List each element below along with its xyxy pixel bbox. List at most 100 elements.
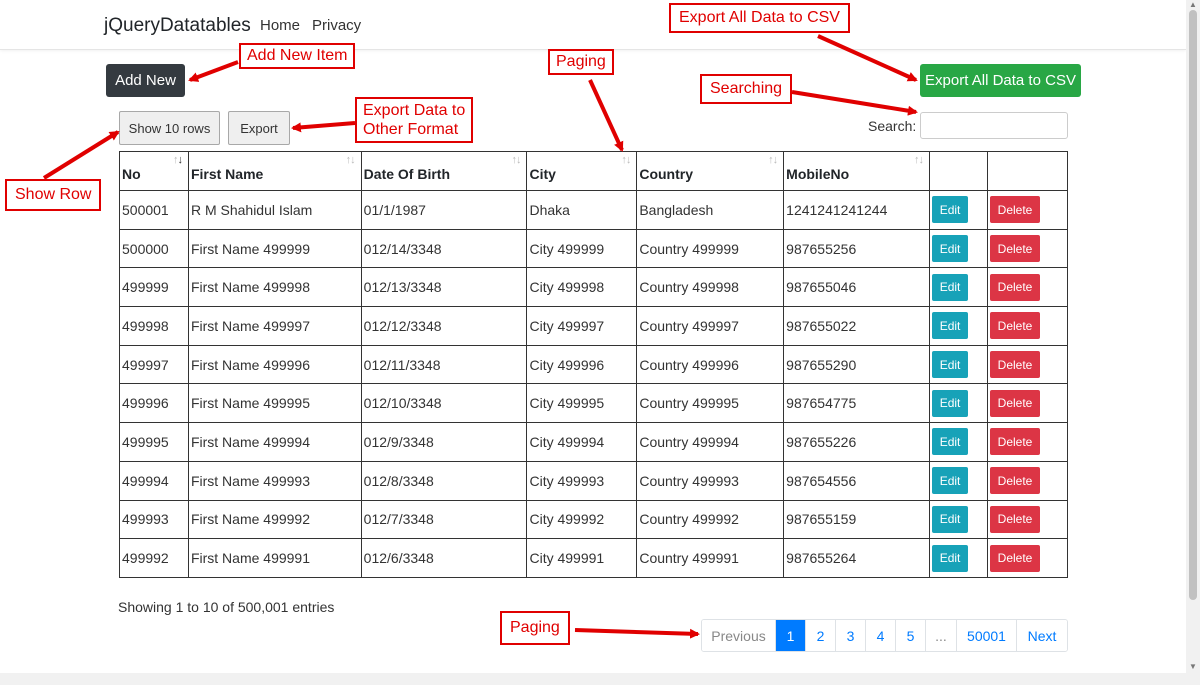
sort-desc-icon: ↑↓	[172, 154, 183, 166]
edit-button[interactable]: Edit	[932, 505, 969, 533]
cell-date-of-birth: 012/9/3348	[360, 422, 528, 462]
cell-first-name: First Name 499992	[187, 499, 362, 540]
page-3[interactable]: 3	[836, 620, 866, 651]
cell-mobileno: 987654556	[783, 460, 931, 501]
cell-edit: Edit	[929, 538, 988, 578]
cell-country: Country 499991	[636, 538, 785, 578]
column-header-city[interactable]: City ↑↓	[526, 151, 638, 191]
nav-link-home[interactable]: Home	[260, 17, 300, 34]
add-new-button[interactable]: Add New	[106, 64, 185, 97]
brand-link[interactable]: jQueryDatatables	[104, 15, 251, 37]
cell-date-of-birth: 012/11/3348	[360, 344, 528, 385]
page-1[interactable]: 1	[776, 620, 806, 651]
arrow-paging-top	[588, 79, 624, 152]
edit-button[interactable]: Edit	[932, 235, 969, 263]
search-label: Search:	[868, 118, 917, 134]
edit-button[interactable]: Edit	[932, 273, 969, 301]
cell-first-name: First Name 499991	[187, 538, 362, 578]
cell-first-name: First Name 499995	[187, 383, 362, 424]
delete-button[interactable]: Delete	[990, 544, 1040, 572]
cell-first-name: First Name 499998	[187, 267, 362, 308]
column-header-date-of-birth[interactable]: Date Of Birth ↑↓	[360, 151, 528, 191]
annotation-export-other-line2: Other Format	[363, 121, 459, 138]
cell-no: 499994	[119, 460, 189, 501]
edit-button[interactable]: Edit	[932, 196, 969, 224]
pagination-previous[interactable]: Previous	[702, 620, 776, 651]
cell-city: City 499996	[526, 344, 638, 385]
table-row: 500000 First Name 499999 012/14/3348 City 4…	[119, 228, 1068, 269]
scrollbar-thumb[interactable]	[1189, 10, 1197, 600]
table-row: 499992 First Name 499991 012/6/3348 City 49…	[119, 538, 1068, 578]
cell-delete: Delete	[987, 383, 1068, 424]
scroll-up-icon[interactable]: ▲	[1189, 0, 1197, 9]
delete-button[interactable]: Delete	[990, 505, 1040, 533]
delete-button[interactable]: Delete	[990, 312, 1040, 340]
vertical-scrollbar[interactable]: ▲ ▼	[1186, 0, 1200, 685]
annotation-export-csv: Export All Data to CSV	[669, 3, 850, 33]
edit-button[interactable]: Edit	[932, 312, 969, 340]
page-4[interactable]: 4	[866, 620, 896, 651]
column-header-country[interactable]: Country ↑↓	[636, 151, 785, 191]
cell-no: 500001	[119, 190, 189, 230]
arrow-searching	[791, 90, 918, 116]
pagination-next[interactable]: Next	[1017, 620, 1067, 651]
cell-city: City 499995	[526, 383, 638, 424]
edit-button[interactable]: Edit	[932, 467, 969, 495]
page-50001[interactable]: 50001	[957, 620, 1017, 651]
horizontal-scrollbar[interactable]	[0, 673, 1186, 685]
cell-mobileno: 987655159	[783, 499, 931, 540]
pagination: Previous 1 2 3 4 5... 50001 Next	[701, 619, 1068, 652]
column-header-first-name[interactable]: First Name ↑↓	[187, 151, 362, 191]
annotation-paging-bottom: Paging	[500, 611, 570, 645]
cell-country: Country 499995	[636, 383, 785, 424]
table-header-row: No ↑↓ First Name ↑↓ Date Of Birth ↑↓ City ↑↓…	[119, 151, 1068, 191]
delete-button[interactable]: Delete	[990, 196, 1040, 224]
cell-first-name: First Name 499994	[187, 422, 362, 462]
cell-mobileno: 987654775	[783, 383, 931, 424]
arrow-show-row	[42, 130, 120, 180]
delete-button[interactable]: Delete	[990, 467, 1040, 495]
search-input[interactable]	[920, 112, 1068, 139]
cell-mobileno: 987655256	[783, 228, 931, 269]
delete-button[interactable]: Delete	[990, 389, 1040, 417]
cell-edit: Edit	[929, 267, 988, 308]
sort-icon: ↑↓	[345, 154, 356, 166]
arrow-export-other	[291, 121, 356, 133]
cell-first-name: First Name 499999	[187, 228, 362, 269]
nav-link-privacy[interactable]: Privacy	[312, 17, 361, 34]
cell-first-name: First Name 499997	[187, 306, 362, 346]
edit-button[interactable]: Edit	[932, 351, 969, 379]
cell-no: 499998	[119, 306, 189, 346]
export-all-csv-button[interactable]: Export All Data to CSV	[920, 64, 1081, 97]
sort-icon: ↑↓	[621, 154, 631, 166]
cell-delete: Delete	[987, 538, 1068, 578]
cell-city: City 499999	[526, 228, 638, 269]
cell-first-name: R M Shahidul Islam	[187, 190, 362, 230]
delete-button[interactable]: Delete	[990, 351, 1040, 379]
column-header-no[interactable]: No ↑↓	[119, 151, 189, 191]
table-info: Showing 1 to 10 of 500,001 entries	[118, 599, 335, 615]
scroll-down-icon[interactable]: ▼	[1189, 662, 1197, 671]
cell-delete: Delete	[987, 344, 1068, 385]
page-2[interactable]: 2	[806, 620, 836, 651]
delete-button[interactable]: Delete	[990, 273, 1040, 301]
show-rows-button[interactable]: Show 10 rows	[119, 111, 220, 145]
delete-button[interactable]: Delete	[990, 428, 1040, 456]
edit-button[interactable]: Edit	[932, 428, 969, 456]
edit-button[interactable]: Edit	[932, 544, 969, 572]
cell-delete: Delete	[987, 306, 1068, 346]
cell-country: Country 499992	[636, 499, 785, 540]
edit-button[interactable]: Edit	[932, 389, 969, 417]
delete-button[interactable]: Delete	[990, 235, 1040, 263]
cell-city: City 499992	[526, 499, 638, 540]
cell-date-of-birth: 01/1/1987	[360, 190, 528, 230]
cell-edit: Edit	[929, 460, 988, 501]
page-5[interactable]: 5	[896, 620, 926, 651]
cell-mobileno: 987655264	[783, 538, 931, 578]
cell-edit: Edit	[929, 228, 988, 269]
export-button[interactable]: Export	[228, 111, 290, 145]
cell-country: Country 499998	[636, 267, 785, 308]
cell-no: 499997	[119, 344, 189, 385]
cell-no: 499993	[119, 499, 189, 540]
column-header-mobileno[interactable]: MobileNo ↑↓	[783, 151, 931, 191]
